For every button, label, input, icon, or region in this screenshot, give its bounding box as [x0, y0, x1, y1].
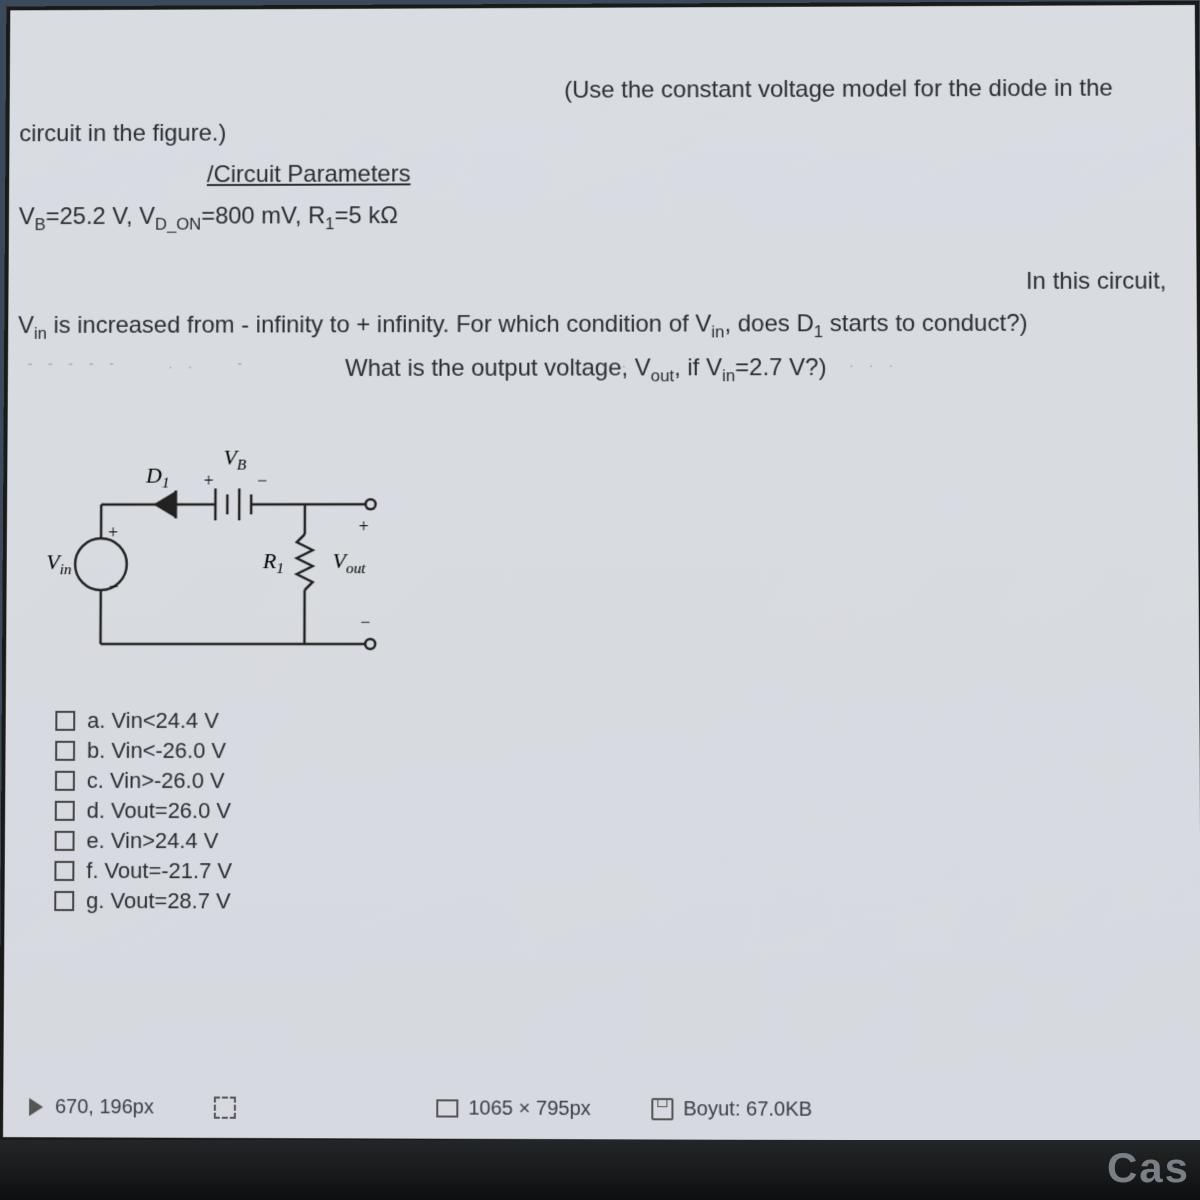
option-a[interactable]: a. Vin<24.4 V: [55, 708, 232, 734]
option-b[interactable]: b. Vin<-26.0 V: [55, 738, 232, 764]
label-vb-plus: +: [204, 471, 214, 492]
label-vb: VB: [223, 445, 246, 475]
checkbox-icon[interactable]: [55, 831, 75, 851]
selection-icon: [214, 1097, 236, 1119]
option-label: c. Vin>-26.0 V: [87, 768, 225, 794]
label-vout-plus: +: [359, 516, 369, 537]
photographed-screen: (Use the constant voltage model for the …: [0, 1, 1200, 1146]
dimensions-text: 1065 × 795px: [468, 1097, 590, 1121]
erasure-artifacts: - - - - - . . - . . . . .: [27, 353, 1177, 415]
checkbox-icon[interactable]: [55, 801, 75, 821]
disk-icon: [651, 1098, 673, 1120]
label-vin-minus: −: [109, 576, 119, 597]
option-label: a. Vin<24.4 V: [87, 708, 219, 734]
option-label: d. Vout=26.0 V: [87, 798, 232, 824]
option-d[interactable]: d. Vout=26.0 V: [55, 798, 233, 824]
cursor-icon: [29, 1098, 43, 1116]
option-label: e. Vin>24.4 V: [86, 828, 218, 854]
monitor-brand: Cas: [1107, 1144, 1190, 1192]
label-vin: Vin: [46, 549, 71, 579]
label-r1: R1: [263, 548, 284, 578]
answer-options: a. Vin<24.4 V b. Vin<-26.0 V c. Vin>-26.…: [54, 704, 233, 919]
option-f[interactable]: f. Vout=-21.7 V: [54, 858, 232, 884]
lead-left: circuit in the figure.): [19, 112, 1185, 152]
checkbox-icon[interactable]: [54, 891, 74, 911]
label-vb-minus: −: [257, 471, 267, 492]
size-text: Boyut: 67.0KB: [683, 1098, 812, 1122]
option-label: b. Vin<-26.0 V: [87, 738, 226, 764]
image-viewer-statusbar: 670, 196px 1065 × 795px Boyut: 67.0KB: [7, 1087, 1198, 1132]
image-dimensions: 1065 × 795px: [436, 1097, 590, 1121]
tail-right: In this circuit,: [18, 264, 1186, 303]
cursor-position: 670, 196px: [27, 1095, 154, 1119]
question-1: Vin is increased from - infinity to + in…: [18, 305, 1187, 345]
label-vout-minus: −: [360, 612, 370, 633]
monitor-bezel: Cas: [0, 1140, 1200, 1200]
params-heading: /Circuit Parameters: [207, 161, 411, 188]
checkbox-icon[interactable]: [55, 741, 75, 761]
checkbox-icon[interactable]: [55, 771, 75, 791]
lead-right: (Use the constant voltage model for the …: [19, 70, 1185, 110]
label-d1: D1: [146, 463, 170, 493]
checkbox-icon[interactable]: [54, 861, 74, 881]
option-label: f. Vout=-21.7 V: [86, 858, 232, 884]
label-vin-plus: +: [108, 522, 118, 543]
option-label: g. Vout=28.7 V: [86, 888, 231, 914]
cursor-text: 670, 196px: [55, 1095, 154, 1119]
dimensions-icon: [436, 1099, 458, 1117]
checkbox-icon[interactable]: [55, 711, 75, 731]
params-line: VB=25.2 V, VD_ON=800 mV, R1=5 kΩ: [19, 196, 1187, 237]
option-e[interactable]: e. Vin>24.4 V: [55, 828, 233, 854]
file-size: Boyut: 67.0KB: [651, 1098, 812, 1122]
question-content: (Use the constant voltage model for the …: [18, 65, 1188, 396]
option-g[interactable]: g. Vout=28.7 V: [54, 888, 232, 914]
selection-tool[interactable]: [214, 1097, 236, 1119]
label-vout: Vout: [333, 548, 366, 578]
circuit-diagram: Vin + − D1 VB + − R1 Vout + −: [46, 444, 405, 674]
option-c[interactable]: c. Vin>-26.0 V: [55, 768, 233, 794]
